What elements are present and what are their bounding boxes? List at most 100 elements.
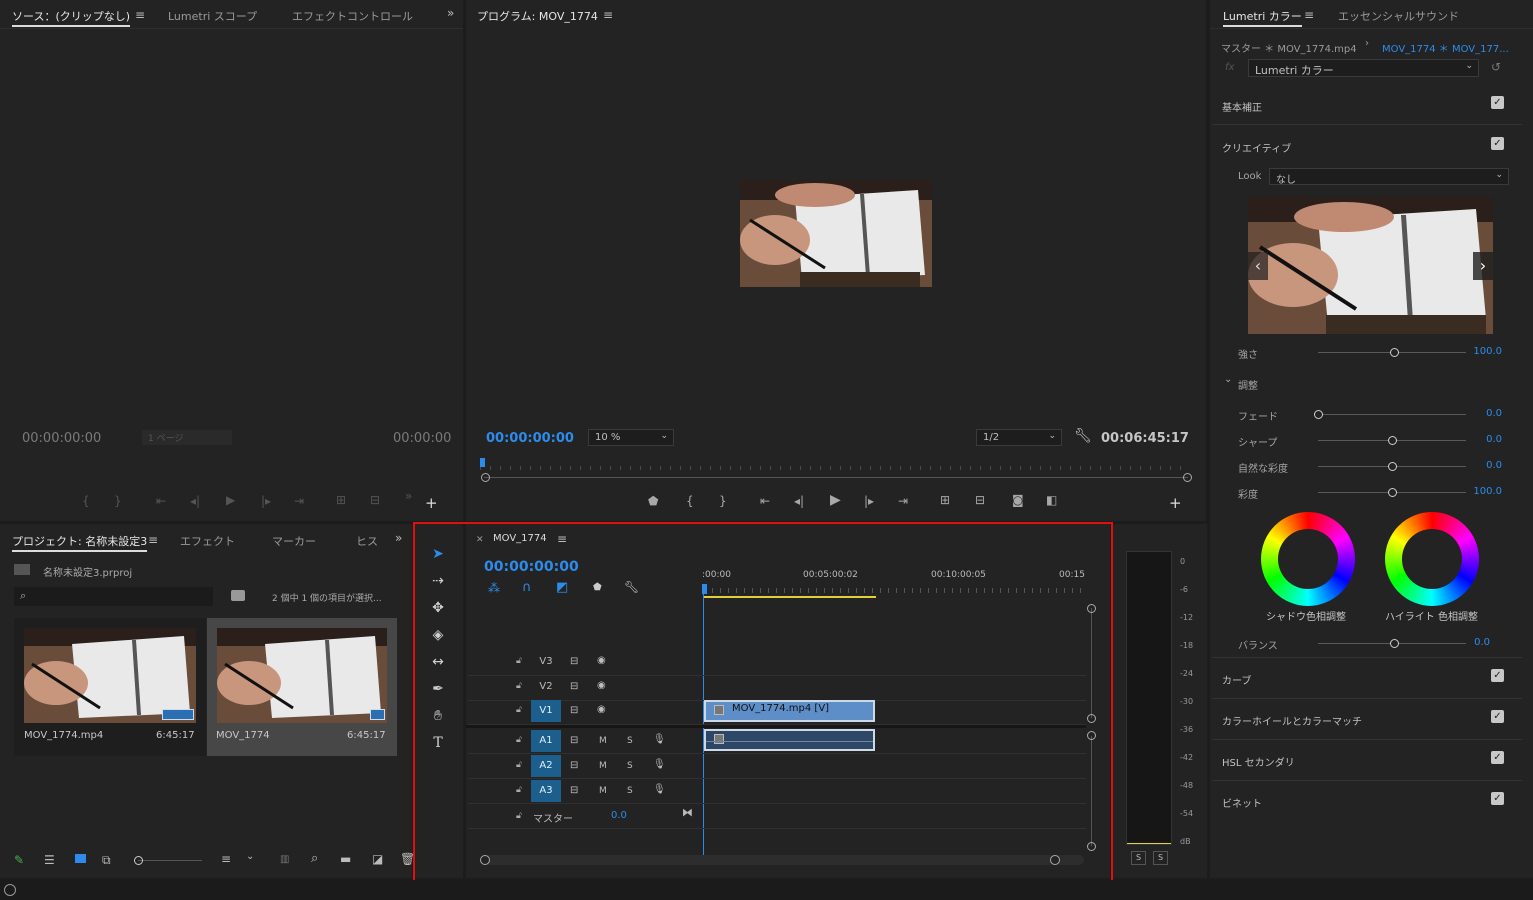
mark-out-icon[interactable]: } [114, 494, 122, 508]
source-overflow-icon[interactable]: » [405, 489, 412, 503]
icon-view-icon[interactable] [75, 854, 86, 863]
sync-lock-icon[interactable]: ⊟ [570, 681, 578, 692]
zoom-dropdown[interactable]: 10 % ⌄ [588, 429, 674, 446]
solo-button[interactable]: S [627, 786, 633, 796]
new-item-icon[interactable]: ◪ [372, 852, 383, 866]
solo-left-button[interactable]: S [1131, 851, 1146, 865]
clip-video[interactable]: MOV_1774.mp4 [V] [704, 700, 875, 722]
solo-button[interactable]: S [627, 736, 633, 746]
sync-lock-icon[interactable]: ⊟ [570, 735, 578, 746]
creative-cloud-icon[interactable] [4, 884, 16, 896]
zoom-handle-left[interactable] [481, 473, 490, 482]
master-value[interactable]: 0.0 [611, 810, 627, 821]
lumetri-menu-icon[interactable]: ≡ [1304, 8, 1314, 22]
look-dropdown[interactable]: なし ⌄ [1269, 168, 1509, 186]
close-icon[interactable]: ✕ [476, 535, 484, 545]
add-marker-icon[interactable]: ⬟ [648, 494, 658, 508]
lock-icon[interactable]: 🔓︎ [516, 705, 522, 715]
program-timecode[interactable]: 00:00:00:00 [486, 431, 574, 446]
slider-knob[interactable] [1314, 410, 1323, 419]
go-to-in-icon[interactable]: ⇤ [156, 494, 166, 508]
audio-scroll-bar[interactable] [1091, 736, 1092, 846]
play-icon[interactable]: ▶ [226, 493, 235, 507]
basic-correction-checkbox[interactable]: ✓ [1491, 96, 1504, 109]
timeline-menu-icon[interactable]: ≡ [557, 532, 567, 546]
wrench-icon[interactable]: 🔧︎ [1074, 428, 1092, 444]
hscroll-handle-left[interactable] [480, 855, 490, 865]
zoom-handle-right[interactable] [1183, 473, 1192, 482]
intensity-knob[interactable] [1390, 348, 1399, 357]
eye-icon[interactable]: ◉ [597, 680, 606, 691]
go-to-edit-icon[interactable]: ⧓ [682, 806, 693, 819]
compare-view-icon[interactable]: ◧ [1046, 493, 1057, 507]
extract-icon[interactable]: ⊟ [975, 493, 985, 507]
video-scroll-handle[interactable] [1087, 714, 1096, 723]
work-area-bar[interactable] [704, 596, 876, 598]
program-menu-icon[interactable]: ≡ [603, 8, 613, 22]
step-back-icon[interactable]: ◂| [794, 494, 804, 508]
find-icon[interactable]: ⌕ [311, 851, 318, 866]
tab-effect-controls[interactable]: エフェクトコントロール [292, 8, 413, 24]
add-button-icon[interactable]: + [425, 494, 438, 512]
tab-lumetri-color[interactable]: Lumetri カラー [1223, 8, 1302, 27]
track-target-v1[interactable]: V1 [531, 700, 561, 722]
slip-tool-icon[interactable]: ↔ [428, 654, 448, 674]
sort-icon[interactable]: ≡ [221, 852, 231, 866]
shadow-tint-wheel[interactable] [1261, 512, 1355, 606]
video-scroll-handle[interactable] [1087, 604, 1096, 613]
mark-in-icon[interactable]: { [686, 494, 694, 508]
play-icon[interactable]: ▶ [830, 492, 841, 508]
panel-overflow-icon[interactable]: » [447, 6, 454, 20]
project-menu-icon[interactable]: ≡ [148, 533, 158, 547]
insert-icon[interactable]: ⊞ [336, 493, 346, 507]
tab-essential-sound[interactable]: エッセンシャルサウンド [1338, 8, 1459, 24]
selection-tool-icon[interactable]: ➤ [428, 546, 448, 566]
linked-selection-icon[interactable]: ◩ [556, 580, 568, 595]
highlight-tint-wheel[interactable] [1385, 512, 1479, 606]
tab-history[interactable]: ヒス [356, 533, 378, 549]
look-next-button[interactable]: › [1473, 252, 1493, 280]
mark-out-icon[interactable]: } [719, 494, 727, 508]
curves-checkbox[interactable]: ✓ [1491, 669, 1504, 682]
clip-audio[interactable] [704, 729, 875, 751]
audio-scroll-handle[interactable] [1087, 842, 1096, 851]
tab-markers[interactable]: マーカー [272, 533, 316, 549]
solo-right-button[interactable]: S [1153, 851, 1168, 865]
timeline-timecode[interactable]: 00:00:00:00 [484, 559, 579, 575]
find-icon[interactable] [231, 590, 245, 601]
slider-knob[interactable] [1388, 462, 1397, 471]
track-target-a1[interactable]: A1 [531, 730, 561, 752]
snap-icon[interactable]: ∩ [522, 580, 532, 595]
balance-knob[interactable] [1390, 639, 1399, 648]
automate-icon[interactable]: ▥ [280, 854, 289, 865]
timeline-playhead[interactable] [702, 584, 707, 594]
lock-icon[interactable]: 🔓︎ [516, 760, 522, 770]
tab-program[interactable]: プログラム: MOV_1774 [477, 8, 598, 24]
mark-in-icon[interactable]: { [82, 494, 90, 508]
sync-lock-icon[interactable]: ⊟ [570, 656, 578, 667]
adjust-slider[interactable] [1318, 488, 1466, 497]
lock-icon[interactable]: 🔓︎ [516, 811, 522, 821]
slider-value[interactable]: 100.0 [1462, 486, 1502, 497]
timeline-ruler[interactable] [704, 584, 1084, 596]
look-prev-button[interactable]: ‹ [1248, 252, 1268, 280]
balance-slider[interactable] [1318, 639, 1466, 648]
trash-icon[interactable]: 🗑︎ [400, 852, 415, 866]
sync-lock-icon[interactable]: ⊟ [570, 705, 578, 716]
adjust-label[interactable]: 調整 [1238, 377, 1258, 392]
adjust-slider[interactable] [1318, 462, 1466, 471]
section-curves[interactable]: カーブ [1222, 672, 1251, 687]
step-back-icon[interactable]: ◂| [190, 494, 200, 508]
adjust-slider[interactable] [1314, 410, 1466, 419]
chevron-down-icon[interactable]: ⌄ [246, 851, 254, 862]
thumb-zoom-slider[interactable] [138, 860, 202, 861]
color-wheels-checkbox[interactable]: ✓ [1491, 710, 1504, 723]
section-basic-correction[interactable]: 基本補正 [1222, 99, 1262, 114]
tab-source[interactable]: ソース：(クリップなし) [12, 8, 131, 27]
step-forward-icon[interactable]: |▸ [261, 494, 271, 508]
razor-tool-icon[interactable]: ◈ [428, 627, 448, 647]
add-marker-icon[interactable]: ⬟ [593, 582, 602, 593]
intensity-value[interactable]: 100.0 [1462, 346, 1502, 357]
slider-value[interactable]: 0.0 [1462, 434, 1502, 445]
nest-icon[interactable]: ⁂ [488, 581, 500, 595]
